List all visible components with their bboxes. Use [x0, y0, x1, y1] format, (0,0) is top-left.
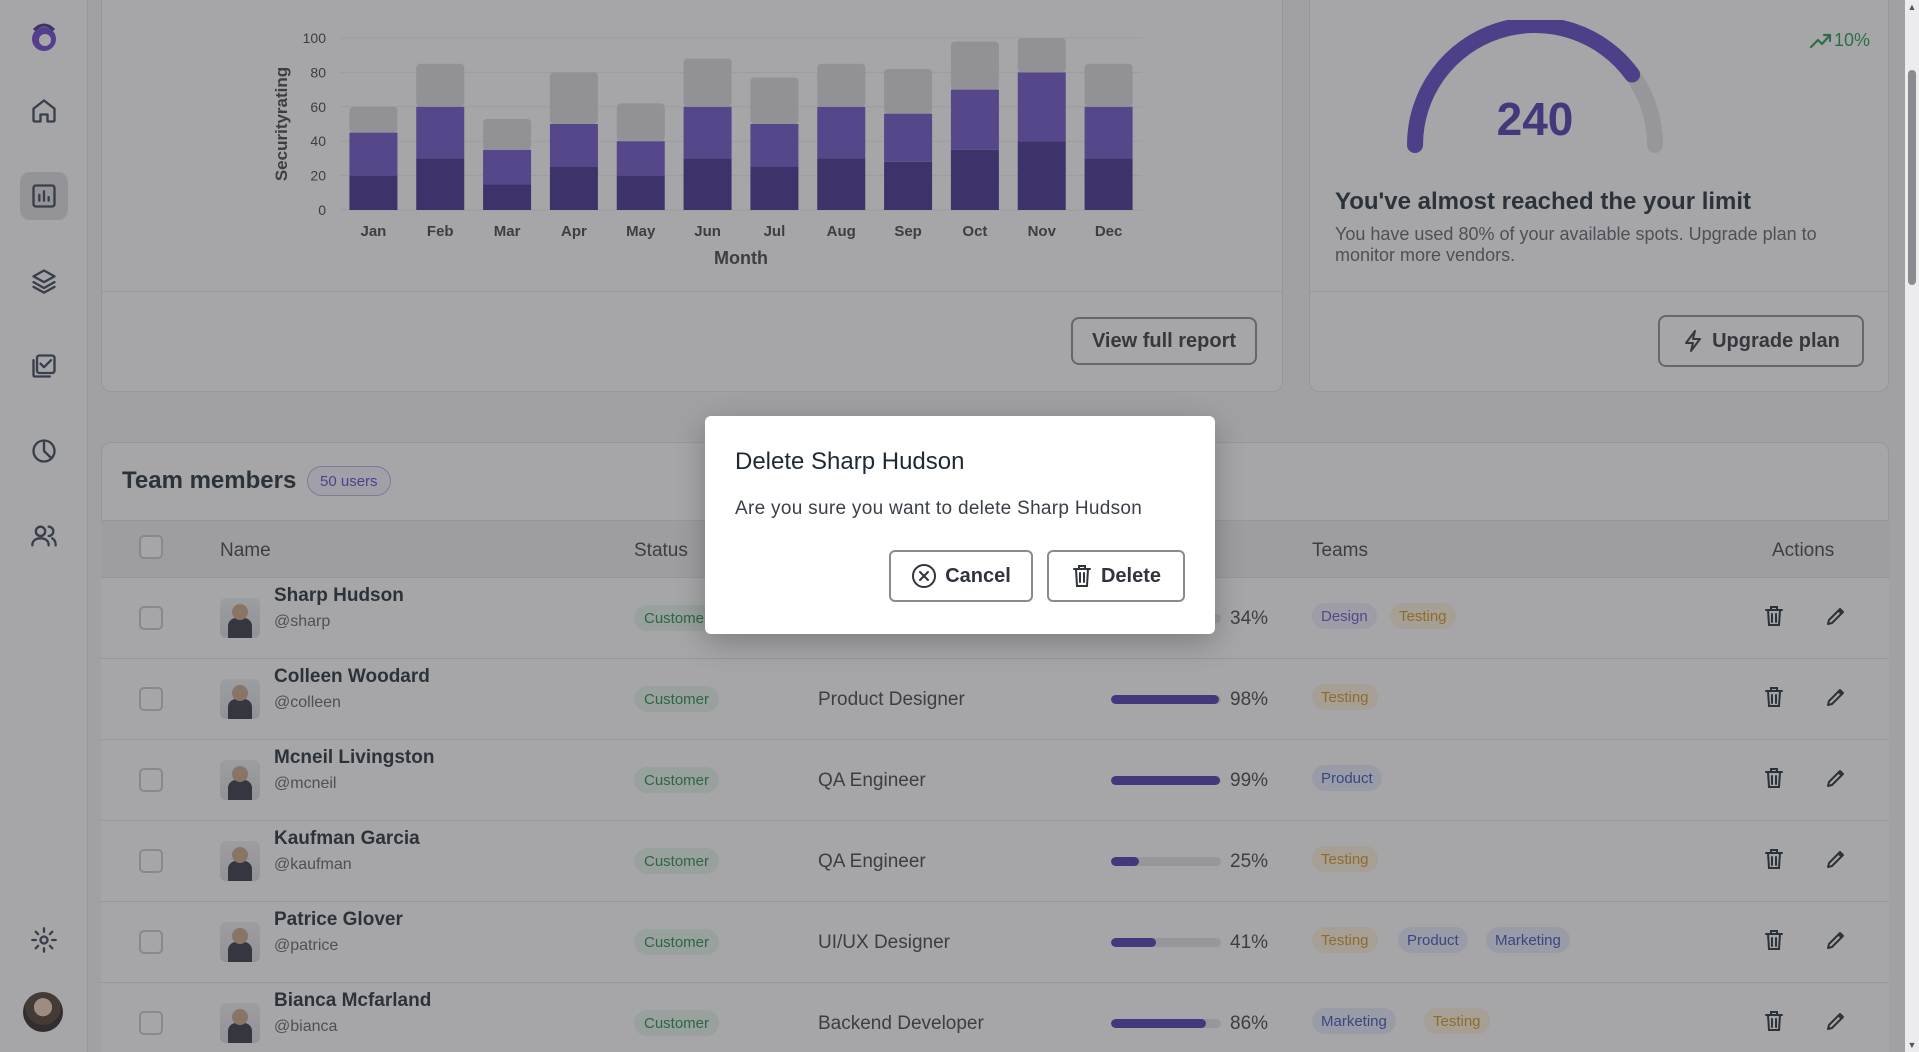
page-scrollbar[interactable]: ▲ ▼	[1905, 0, 1919, 1052]
scroll-down-icon[interactable]: ▼	[1907, 1040, 1917, 1050]
scroll-up-icon[interactable]: ▲	[1907, 2, 1917, 12]
delete-label: Delete	[1100, 564, 1162, 587]
scroll-thumb[interactable]	[1908, 70, 1916, 285]
cancel-circle-icon	[912, 564, 937, 588]
cancel-button[interactable]: Cancel	[889, 550, 1033, 602]
dialog-title: Delete Sharp Hudson	[735, 448, 965, 475]
delete-confirm-dialog: Delete Sharp Hudson Are you sure you wan…	[705, 416, 1215, 634]
cancel-label: Cancel	[945, 564, 1011, 587]
trash-icon	[1072, 565, 1091, 587]
dialog-message: Are you sure you want to delete Sharp Hu…	[735, 498, 1143, 519]
delete-button[interactable]: Delete	[1047, 550, 1185, 602]
